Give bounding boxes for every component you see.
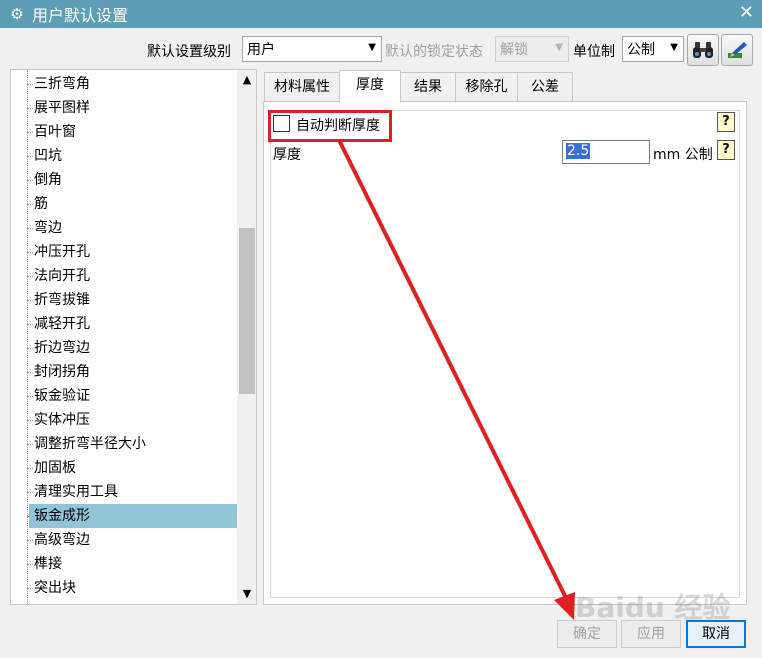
tab-remove-holes[interactable]: 移除孔 (455, 72, 518, 102)
tree-item[interactable]: 筋 (27, 192, 237, 216)
chevron-down-icon: ▼ (368, 42, 376, 53)
tree-item[interactable]: 法向开孔 (27, 264, 237, 288)
thickness-unit: mm 公制 (653, 147, 713, 163)
tree-item[interactable]: 折弯拔锥 (27, 288, 237, 312)
title-bar: ⚙ 用户默认设置 ✕ (0, 0, 762, 28)
settings-toolbar: 默认设置级别 用户 ▼ 默认的锁定状态 解锁 ▼ 单位制 公制 ▼ (0, 34, 762, 66)
tab-tolerance[interactable]: 公差 (517, 72, 573, 102)
chevron-down-icon: ▼ (670, 42, 678, 53)
edit-setting-button[interactable] (721, 34, 753, 66)
lock-state-select: 解锁 ▼ (495, 36, 569, 62)
default-level-label: 默认设置级别 (147, 44, 231, 60)
close-icon[interactable]: ✕ (739, 2, 754, 23)
gear-icon: ⚙ (10, 5, 24, 23)
tree-item[interactable]: 弯边 (27, 216, 237, 240)
tree-item[interactable]: 加固板 (27, 456, 237, 480)
lock-state-value: 解锁 (500, 42, 528, 58)
apply-button[interactable]: 应用 (621, 620, 681, 648)
tree-item[interactable]: 钣金成形 (27, 504, 237, 528)
thickness-value: 2.5 (566, 143, 591, 159)
thickness-panel (263, 101, 747, 605)
tree-item[interactable]: 百叶窗 (27, 120, 237, 144)
tree-scrollbar[interactable]: ▲ ▼ (237, 70, 256, 604)
lock-state-label: 默认的锁定状态 (385, 44, 483, 60)
tab-thickness[interactable]: 厚度 (339, 70, 401, 103)
scrollbar-thumb[interactable] (239, 228, 255, 394)
tree-item[interactable]: 倒角 (27, 168, 237, 192)
thickness-label: 厚度 (273, 147, 301, 163)
find-setting-button[interactable] (687, 34, 719, 66)
tree-item[interactable]: 折边弯边 (27, 336, 237, 360)
thickness-input[interactable]: 2.5 (562, 140, 650, 164)
default-level-select[interactable]: 用户 ▼ (242, 36, 382, 62)
chevron-down-icon: ▼ (555, 42, 563, 53)
window-title: 用户默认设置 (32, 6, 129, 25)
tree-item[interactable]: 清理实用工具 (27, 480, 237, 504)
unit-system-select[interactable]: 公制 ▼ (622, 36, 684, 62)
help-icon[interactable]: ? (717, 140, 735, 160)
tree-item[interactable]: 榫接 (27, 552, 237, 576)
tree-item[interactable]: 冲压开孔 (27, 240, 237, 264)
pen-icon (728, 42, 747, 58)
unit-system-label: 单位制 (573, 44, 615, 60)
tab-material-properties[interactable]: 材料属性 (264, 72, 340, 102)
unit-system-value: 公制 (627, 42, 655, 58)
settings-tree: 三折弯角 展平图样 百叶窗 凹坑 倒角筋弯边 冲压开孔 法向开孔 折弯拔锥 减轻开孔 折边弯边 封闭… (10, 69, 257, 605)
tree-item[interactable]: 高级弯边 (27, 528, 237, 552)
annotation-highlight-box (268, 110, 392, 142)
help-icon[interactable]: ? (717, 112, 735, 132)
ok-button[interactable]: 确定 (557, 620, 617, 648)
tree-item[interactable]: 实体冲压 (27, 408, 237, 432)
default-level-value: 用户 (247, 42, 275, 58)
panel-group (270, 110, 740, 598)
tab-results[interactable]: 结果 (400, 72, 456, 102)
tree-item[interactable]: 钣金验证 (27, 384, 237, 408)
tree-item[interactable]: 突出块 (27, 576, 237, 600)
tree-item[interactable]: 封闭拐角 (27, 360, 237, 384)
cancel-button[interactable]: 取消 (686, 620, 746, 648)
tree-item[interactable]: 展平图样 (27, 96, 237, 120)
tree-item[interactable]: 三折弯角 (27, 72, 237, 96)
tree-item[interactable]: 凹坑 (27, 144, 237, 168)
chevron-up-icon[interactable]: ▲ (237, 70, 256, 90)
binoculars-icon (693, 42, 713, 58)
tree-item[interactable]: 减轻开孔 (27, 312, 237, 336)
tree-guide-line (27, 70, 28, 604)
chevron-down-icon[interactable]: ▼ (237, 584, 256, 604)
tree-item[interactable]: 调整折弯半径大小 (27, 432, 237, 456)
